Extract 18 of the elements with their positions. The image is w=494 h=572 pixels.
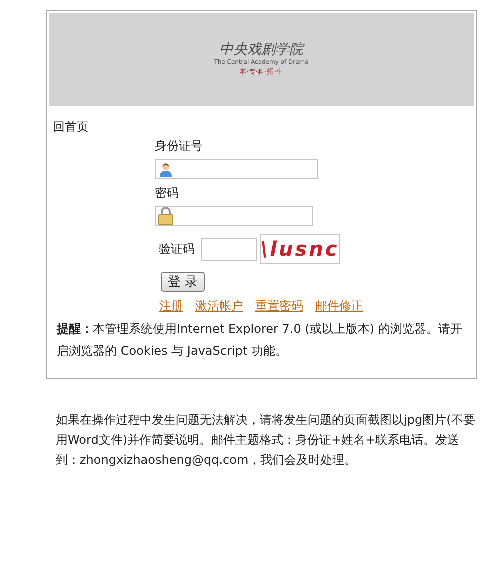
account-link[interactable]: 激活帐户 (196, 298, 244, 314)
captcha-label: 验证码 (159, 241, 195, 258)
notice-text: 提醒：本管理系统使用Internet Explorer 7.0 (或以上版本) 的浏览器。请开启浏览器的 Cookies 与 JavaScript 功能。 (56, 321, 464, 360)
home-link[interactable]: 回首页 (53, 120, 89, 134)
field-label: 身份证号 (155, 138, 204, 154)
captcha-image: \lusnc (260, 234, 340, 264)
login-button[interactable]: 登 录 (161, 272, 206, 292)
logo-title: 中央戏剧学院 (220, 43, 304, 57)
captcha-field[interactable] (201, 238, 257, 260)
input-field[interactable] (155, 206, 313, 226)
account-link[interactable]: 注册 (160, 298, 184, 314)
lock-icon (158, 207, 174, 225)
input-field[interactable] (155, 159, 318, 179)
account-link[interactable]: 邮件修正 (316, 298, 364, 314)
account-link[interactable]: 重置密码 (256, 298, 304, 314)
help-text: 如果在操作过程中发生问题无法解决，请将发生问题的页面截图以jpg图片(不要用Word文件)并作简要说明。邮件主题格式：身份证+姓名+联系电话。发送到：zhongxizhaosheng@qq.com，我们会及时处理。 (56, 412, 476, 469)
field-label: 密码 (155, 185, 180, 201)
user-icon (158, 161, 174, 177)
